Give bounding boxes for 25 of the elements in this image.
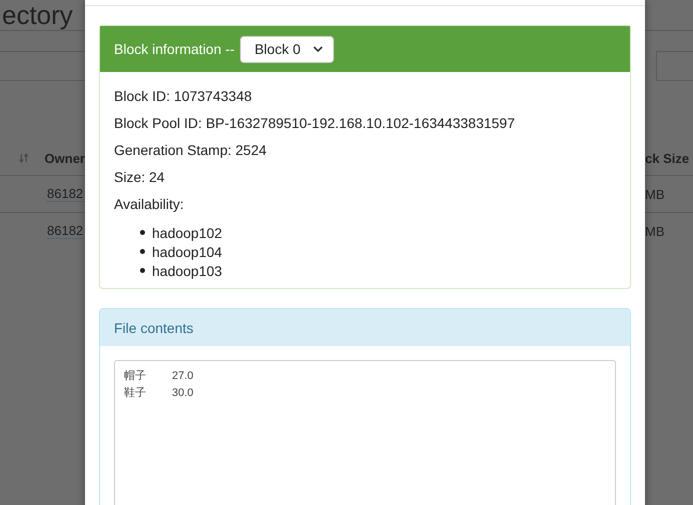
sort-icon[interactable]	[19, 152, 29, 164]
column-header[interactable]: ck Size	[645, 150, 690, 166]
host-name: hadoop104	[152, 244, 222, 260]
owner-link[interactable]: 86182	[47, 186, 84, 202]
block-detail: Block ID: 1073743348	[114, 88, 253, 104]
page-heading: ectory	[1, 0, 74, 30]
block-detail: Generation Stamp: 2524	[114, 142, 268, 158]
host-name: hadoop103	[152, 262, 222, 278]
item-name: 帽子	[124, 369, 147, 383]
file-contents-area[interactable]: 帽子 27.0 鞋子 30.0	[114, 360, 616, 505]
block-detail: Availability:	[114, 196, 185, 212]
block-detail: Size: 24	[114, 169, 166, 185]
owner-link[interactable]: 86182	[47, 223, 84, 239]
panel-title: File contents	[114, 320, 194, 336]
chevron-icon	[312, 46, 323, 52]
panel-title: Block information --	[114, 41, 235, 57]
column-header[interactable]: Owner	[44, 150, 85, 166]
item-value: 27.0	[172, 370, 194, 382]
item-value: 30.0	[172, 386, 194, 398]
table-cell: MB	[645, 186, 664, 202]
item-name: 鞋子	[124, 386, 147, 400]
block-detail: Block Pool ID: BP-1632789510-192.168.10.102-1634433831597	[114, 115, 516, 131]
host-name: hadoop102	[152, 224, 222, 240]
block-select[interactable]: Block 0	[240, 36, 334, 62]
table-cell: MB	[645, 224, 664, 238]
